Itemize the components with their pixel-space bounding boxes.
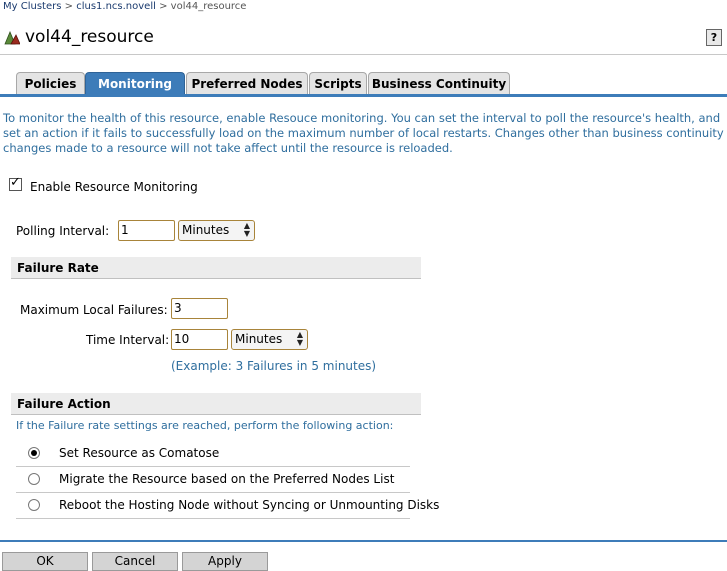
divider	[16, 518, 410, 519]
divider	[16, 492, 410, 493]
max-failures-input[interactable]: 3	[171, 298, 228, 319]
enable-monitoring-checkbox[interactable]: ✓	[9, 175, 22, 191]
polling-interval-label: Polling Interval:	[16, 224, 110, 238]
option-reboot-node-label: Reboot the Hosting Node without Syncing …	[59, 498, 440, 512]
polling-interval-input[interactable]: 1	[118, 220, 175, 241]
intro-text: To monitor the health of this resource, …	[3, 111, 724, 155]
cancel-button[interactable]: Cancel	[92, 552, 178, 571]
polling-unit-value: Minutes	[182, 223, 230, 237]
updown-arrows-icon: ▲ ▼	[243, 221, 251, 238]
failure-action-note: If the Failure rate settings are reached…	[16, 419, 394, 432]
time-interval-input[interactable]: 10	[171, 329, 228, 350]
breadcrumb: My Clusters > clus1.ncs.novell > vol44_r…	[3, 1, 246, 12]
tab-scripts[interactable]: Scripts	[309, 72, 367, 94]
time-interval-unit-value: Minutes	[235, 332, 283, 346]
page-title: vol44_resource	[25, 27, 154, 47]
tab-preferred-nodes[interactable]: Preferred Nodes	[186, 72, 308, 94]
radio-set-comatose[interactable]	[28, 447, 40, 459]
max-failures-label: Maximum Local Failures:	[20, 303, 168, 317]
option-set-comatose-label: Set Resource as Comatose	[59, 446, 220, 460]
radio-selected-dot	[31, 450, 37, 456]
cluster-resource-icon	[4, 31, 20, 45]
failure-rate-heading: Failure Rate	[11, 257, 421, 279]
tab-business-continuity[interactable]: Business Continuity	[368, 72, 510, 94]
title-row: vol44_resource ?	[0, 26, 727, 51]
failure-example-text: (Example: 3 Failures in 5 minutes)	[171, 359, 377, 373]
radio-reboot-node[interactable]	[28, 499, 40, 511]
help-button[interactable]: ?	[706, 29, 722, 46]
divider	[0, 54, 727, 55]
ok-button[interactable]: OK	[2, 552, 88, 571]
checkmark-icon: ✓	[10, 175, 21, 190]
time-interval-unit-select[interactable]: Minutes ▲ ▼	[231, 329, 308, 350]
breadcrumb-my-clusters[interactable]: My Clusters	[3, 1, 61, 12]
breadcrumb-separator: >	[64, 1, 74, 12]
failure-action-heading: Failure Action	[11, 393, 421, 415]
bottom-divider	[0, 540, 727, 542]
apply-button[interactable]: Apply	[182, 552, 268, 571]
polling-unit-select[interactable]: Minutes ▲ ▼	[178, 220, 255, 241]
breadcrumb-current: vol44_resource	[170, 1, 247, 12]
tab-bar	[0, 94, 727, 97]
updown-arrows-icon: ▲ ▼	[296, 330, 304, 347]
radio-migrate-resource[interactable]	[28, 473, 40, 485]
enable-monitoring-label: Enable Resource Monitoring	[30, 180, 198, 194]
breadcrumb-separator: >	[159, 1, 168, 12]
tab-monitoring[interactable]: Monitoring	[85, 72, 185, 94]
breadcrumb-cluster[interactable]: clus1.ncs.novell	[76, 1, 156, 12]
divider	[16, 466, 410, 467]
time-interval-label: Time Interval:	[86, 333, 170, 347]
option-migrate-resource-label: Migrate the Resource based on the Prefer…	[59, 472, 395, 486]
tab-policies[interactable]: Policies	[16, 72, 85, 94]
